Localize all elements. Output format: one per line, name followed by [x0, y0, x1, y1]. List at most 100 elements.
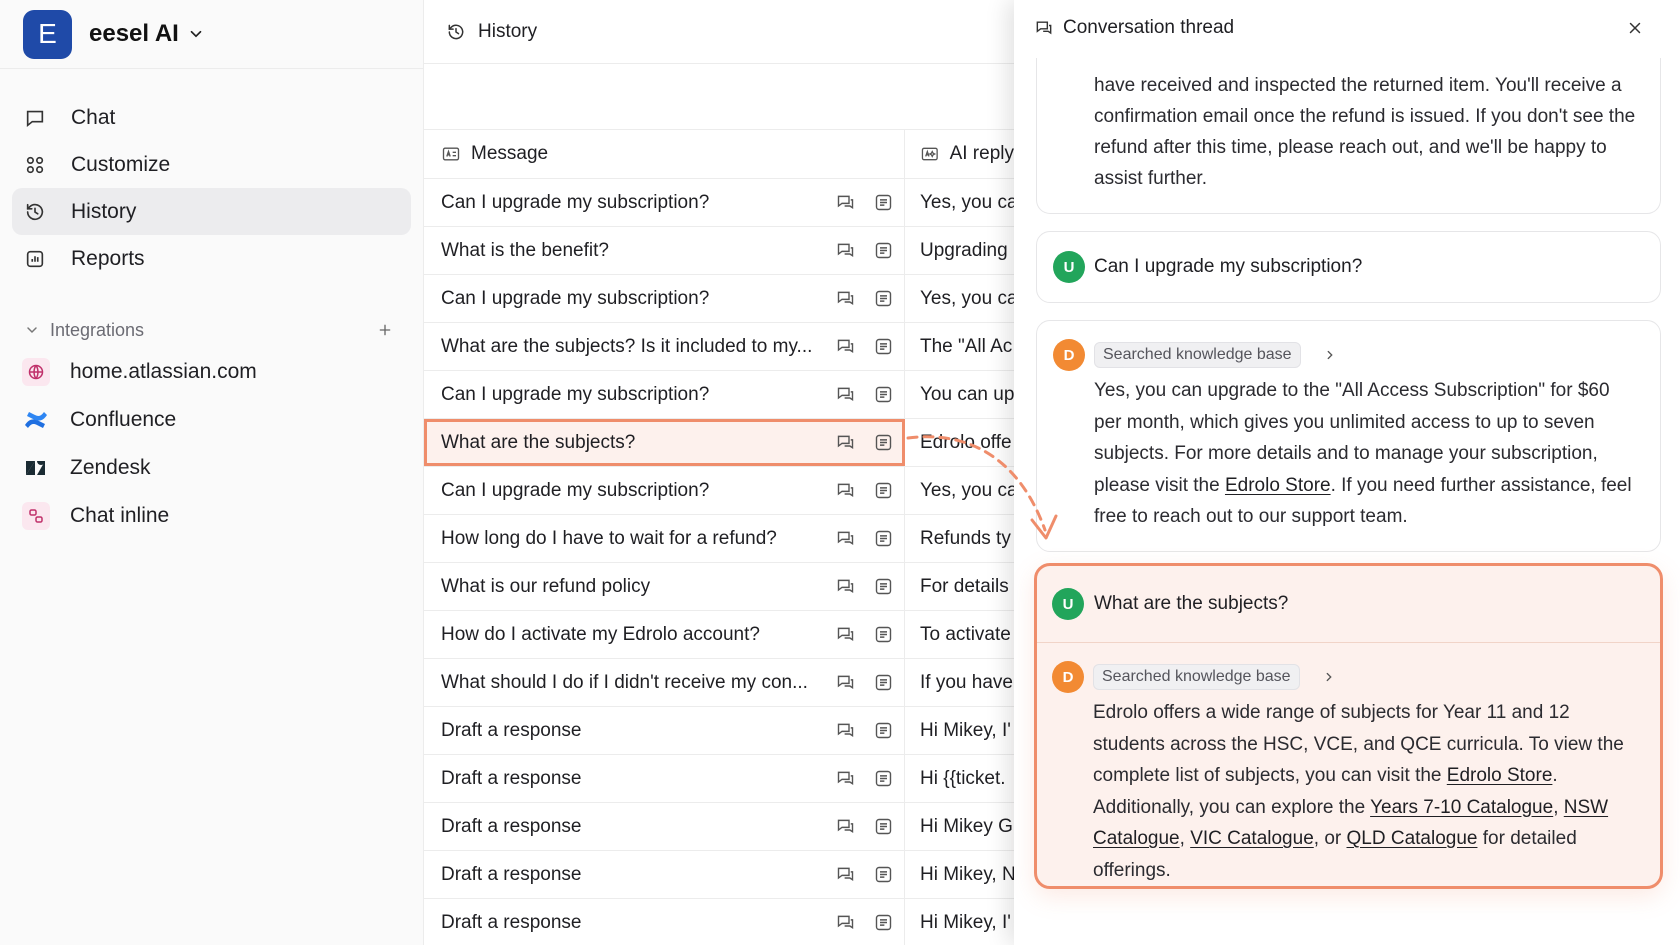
- message-cell[interactable]: What should I do if I didn't receive my …: [424, 659, 905, 706]
- details-icon[interactable]: [873, 720, 894, 741]
- qld-catalogue-link[interactable]: QLD Catalogue: [1347, 828, 1478, 849]
- details-icon[interactable]: [873, 384, 894, 405]
- message-cell[interactable]: Draft a response: [424, 899, 905, 945]
- message-cell[interactable]: What is the benefit?: [424, 227, 905, 274]
- message-cell[interactable]: Can I upgrade my subscription?: [424, 179, 905, 226]
- conversation-icon[interactable]: [835, 672, 856, 693]
- message-cell[interactable]: Can I upgrade my subscription?: [424, 371, 905, 418]
- years-7-10-catalogue-link[interactable]: Years 7-10 Catalogue: [1370, 797, 1553, 818]
- table-row[interactable]: How do I activate my Edrolo account? To a…: [424, 611, 1014, 659]
- column-header-message[interactable]: Message: [424, 130, 905, 178]
- ai-reply-cell[interactable]: Yes, you ca: [905, 179, 1014, 226]
- integrations-toggle[interactable]: Integrations: [12, 312, 411, 348]
- details-icon[interactable]: [873, 576, 894, 597]
- conversation-icon[interactable]: [835, 480, 856, 501]
- conversation-icon[interactable]: [835, 240, 856, 261]
- edrolo-store-link[interactable]: Edrolo Store: [1447, 765, 1553, 786]
- details-icon[interactable]: [873, 432, 894, 453]
- edrolo-store-link[interactable]: Edrolo Store: [1225, 475, 1331, 496]
- conversation-icon[interactable]: [835, 720, 856, 741]
- message-cell[interactable]: Can I upgrade my subscription?: [424, 467, 905, 514]
- table-row[interactable]: What should I do if I didn't receive my …: [424, 659, 1014, 707]
- workspace-switcher[interactable]: E eesel AI: [0, 0, 423, 69]
- nav-item-reports[interactable]: Reports: [12, 235, 411, 282]
- integration-item-atlassian[interactable]: home.atlassian.com: [12, 348, 411, 396]
- nav-item-chat[interactable]: Chat: [12, 94, 411, 141]
- ai-reply-cell[interactable]: Edrolo offe: [905, 419, 1014, 466]
- details-icon[interactable]: [873, 816, 894, 837]
- table-row[interactable]: What is the benefit? Upgrading: [424, 227, 1014, 275]
- nav-item-customize[interactable]: Customize: [12, 141, 411, 188]
- details-icon[interactable]: [873, 192, 894, 213]
- table-row[interactable]: Draft a response Hi Mikey, I': [424, 899, 1014, 945]
- ai-reply-cell[interactable]: For details: [905, 563, 1014, 610]
- table-row[interactable]: Draft a response Hi {{ticket.: [424, 755, 1014, 803]
- message-cell[interactable]: What are the subjects?: [424, 419, 905, 466]
- close-icon[interactable]: [1626, 19, 1644, 37]
- table-row[interactable]: How long do I have to wait for a refund?…: [424, 515, 1014, 563]
- details-icon[interactable]: [873, 240, 894, 261]
- tool-step-badge[interactable]: Searched knowledge base: [1093, 664, 1300, 690]
- message-cell[interactable]: Can I upgrade my subscription?: [424, 275, 905, 322]
- ai-reply-cell[interactable]: Upgrading: [905, 227, 1014, 274]
- details-icon[interactable]: [873, 912, 894, 933]
- ai-reply-cell[interactable]: Yes, you ca: [905, 467, 1014, 514]
- table-row[interactable]: Draft a response Hi Mikey, N: [424, 851, 1014, 899]
- details-icon[interactable]: [873, 528, 894, 549]
- chevron-right-icon[interactable]: [1322, 670, 1336, 684]
- ai-reply-cell[interactable]: Hi Mikey G: [905, 803, 1014, 850]
- table-row[interactable]: Can I upgrade my subscription? Yes, you c…: [424, 467, 1014, 515]
- conversation-icon[interactable]: [835, 192, 856, 213]
- table-row[interactable]: Draft a response Hi Mikey G: [424, 803, 1014, 851]
- ai-reply-cell[interactable]: If you have: [905, 659, 1014, 706]
- table-row[interactable]: Can I upgrade my subscription? Yes, you c…: [424, 179, 1014, 227]
- column-header-ai-reply[interactable]: AI reply: [905, 130, 1014, 178]
- conversation-icon[interactable]: [835, 528, 856, 549]
- message-cell[interactable]: Draft a response: [424, 755, 905, 802]
- details-icon[interactable]: [873, 336, 894, 357]
- conversation-icon[interactable]: [835, 624, 856, 645]
- message-cell[interactable]: How long do I have to wait for a refund?: [424, 515, 905, 562]
- ai-reply-cell[interactable]: Hi Mikey, I': [905, 707, 1014, 754]
- add-integration-icon[interactable]: [377, 322, 393, 338]
- vic-catalogue-link[interactable]: VIC Catalogue: [1190, 828, 1314, 849]
- ai-reply-cell[interactable]: Hi {{ticket.: [905, 755, 1014, 802]
- table-row[interactable]: Draft a response Hi Mikey, I': [424, 707, 1014, 755]
- conversation-icon[interactable]: [835, 816, 856, 837]
- integration-item-chat-inline[interactable]: Chat inline: [12, 492, 411, 540]
- conversation-icon[interactable]: [835, 576, 856, 597]
- conversation-icon[interactable]: [835, 864, 856, 885]
- message-cell[interactable]: Draft a response: [424, 707, 905, 754]
- ai-reply-cell[interactable]: Refunds ty: [905, 515, 1014, 562]
- ai-reply-cell[interactable]: Hi Mikey, I': [905, 899, 1014, 945]
- conversation-icon[interactable]: [835, 432, 856, 453]
- message-cell[interactable]: Draft a response: [424, 851, 905, 898]
- ai-reply-cell[interactable]: To activate: [905, 611, 1014, 658]
- tool-step-badge[interactable]: Searched knowledge base: [1094, 342, 1301, 368]
- ai-reply-cell[interactable]: You can up: [905, 371, 1014, 418]
- details-icon[interactable]: [873, 624, 894, 645]
- table-row[interactable]: What are the subjects? Edrolo offe: [424, 419, 1014, 467]
- ai-reply-cell[interactable]: Yes, you ca: [905, 275, 1014, 322]
- integration-item-zendesk[interactable]: Zendesk: [12, 444, 411, 492]
- details-icon[interactable]: [873, 480, 894, 501]
- integration-item-confluence[interactable]: Confluence: [12, 396, 411, 444]
- ai-reply-cell[interactable]: Hi Mikey, N: [905, 851, 1014, 898]
- details-icon[interactable]: [873, 864, 894, 885]
- details-icon[interactable]: [873, 672, 894, 693]
- table-row[interactable]: Can I upgrade my subscription? You can up: [424, 371, 1014, 419]
- message-cell[interactable]: What are the subjects? Is it included to…: [424, 323, 905, 370]
- nav-item-history[interactable]: History: [12, 188, 411, 235]
- details-icon[interactable]: [873, 288, 894, 309]
- conversation-icon[interactable]: [835, 912, 856, 933]
- table-row[interactable]: What is our refund policy For details: [424, 563, 1014, 611]
- conversation-icon[interactable]: [835, 336, 856, 357]
- table-row[interactable]: What are the subjects? Is it included to…: [424, 323, 1014, 371]
- message-cell[interactable]: How do I activate my Edrolo account?: [424, 611, 905, 658]
- message-cell[interactable]: What is our refund policy: [424, 563, 905, 610]
- conversation-icon[interactable]: [835, 384, 856, 405]
- chevron-right-icon[interactable]: [1323, 348, 1337, 362]
- table-row[interactable]: Can I upgrade my subscription? Yes, you c…: [424, 275, 1014, 323]
- conversation-icon[interactable]: [835, 288, 856, 309]
- message-cell[interactable]: Draft a response: [424, 803, 905, 850]
